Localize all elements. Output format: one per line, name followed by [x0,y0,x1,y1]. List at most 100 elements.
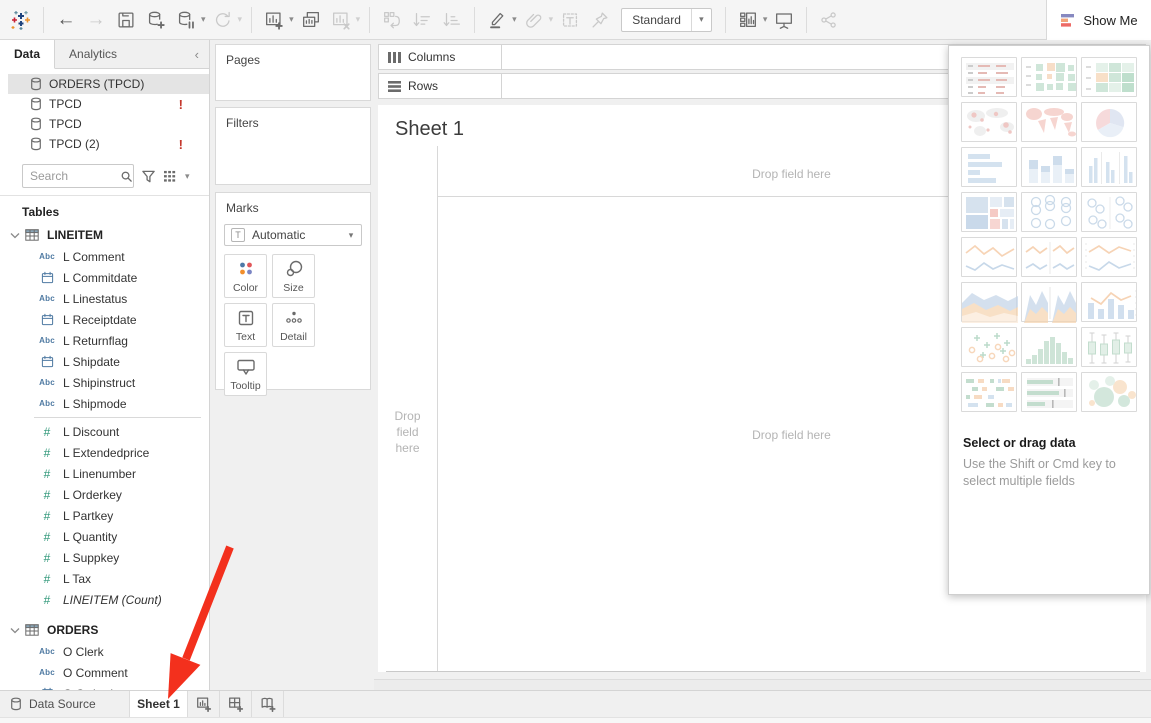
showme-box-and-whisker-thumb[interactable] [1081,327,1137,367]
field-l-comment[interactable]: AbcL Comment [0,246,209,267]
chevron-down-icon[interactable] [10,232,20,239]
field-search[interactable] [22,164,134,188]
field-l-suppkey[interactable]: #L Suppkey [0,547,209,568]
data-source-item[interactable]: TPCD [8,114,209,134]
field-l-quantity[interactable]: #L Quantity [0,526,209,547]
tooltip-button[interactable]: Tooltip [224,352,267,396]
view-options-icon[interactable] [163,170,178,183]
showme-heat-map-thumb[interactable] [1021,57,1077,97]
tab-data[interactable]: Data [0,40,55,69]
clear-sheet-button[interactable] [326,5,356,35]
tab-analytics[interactable]: Analytics [55,40,131,68]
fit-preset-dropdown[interactable]: Standard ▾ [621,8,712,32]
showme-symbol-map-thumb[interactable] [961,102,1017,142]
showme-treemap-thumb[interactable] [961,192,1017,232]
sheet-1-tab[interactable]: Sheet 1 [130,691,188,717]
fix-axes-button[interactable] [585,5,615,35]
horizontal-scrollbar[interactable] [374,679,1151,690]
new-worksheet-tab-button[interactable] [188,691,220,717]
chevron-down-icon[interactable] [10,627,20,634]
group-members-button[interactable] [519,5,549,35]
showme-packed-bubbles-thumb[interactable] [1081,372,1137,412]
field-l-linestatus[interactable]: AbcL Linestatus [0,288,209,309]
undo-button[interactable]: ← [51,5,81,35]
showme-discrete-lines-thumb[interactable] [1021,237,1077,277]
showme-side-by-side-bars-thumb[interactable] [1081,147,1137,187]
showme-bullet-graph-thumb[interactable] [1021,372,1077,412]
showme-circle-views-thumb[interactable] [1021,192,1077,232]
duplicate-sheet-button[interactable] [296,5,326,35]
table-orders-header[interactable]: ORDERS [0,619,209,641]
table-lineitem-header[interactable]: LINEITEM [0,224,209,246]
save-button[interactable] [111,5,141,35]
detail-button[interactable]: Detail [272,303,315,347]
show-hide-cards-caret[interactable]: ▾ [763,14,768,25]
new-worksheet-button[interactable] [259,5,289,35]
field-l-partkey[interactable]: #L Partkey [0,505,209,526]
showme-stacked-bars-thumb[interactable] [1021,147,1077,187]
field-l-tax[interactable]: #L Tax [0,568,209,589]
new-dashboard-tab-button[interactable] [220,691,252,717]
showme-horizontal-bars-thumb[interactable] [961,147,1017,187]
field-l-shipmode[interactable]: AbcL Shipmode [0,393,209,414]
run-update-caret[interactable]: ▾ [238,14,243,25]
field-lineitem-count[interactable]: #LINEITEM (Count) [0,589,209,610]
showme-histogram-thumb[interactable] [1021,327,1077,367]
showme-discrete-area-thumb[interactable] [1021,282,1077,322]
share-button[interactable] [814,5,844,35]
filter-funnel-icon[interactable] [141,169,156,184]
highlight-caret[interactable]: ▾ [512,14,517,25]
tableau-logo[interactable] [6,5,36,35]
showme-scatter-plot-thumb[interactable] [961,327,1017,367]
field-l-linenumber[interactable]: #L Linenumber [0,463,209,484]
data-source-item[interactable]: TPCD ! [8,94,209,114]
field-o-comment[interactable]: AbcO Comment [0,662,209,683]
mark-type-caret[interactable]: ▾ [341,225,361,245]
size-button[interactable]: Size [272,254,315,298]
highlight-button[interactable] [482,5,512,35]
field-l-extendedprice[interactable]: #L Extendedprice [0,442,209,463]
showme-pie-chart-thumb[interactable] [1081,102,1137,142]
show-mark-labels-button[interactable] [555,5,585,35]
field-l-returnflag[interactable]: AbcL Returnflag [0,330,209,351]
new-data-source-button[interactable] [141,5,171,35]
showme-continuous-lines-thumb[interactable] [961,237,1017,277]
show-me-button[interactable]: Show Me [1046,0,1151,40]
swap-rows-columns-button[interactable] [377,5,407,35]
group-members-caret[interactable]: ▾ [549,14,554,25]
presentation-mode-button[interactable] [769,5,799,35]
data-source-item[interactable]: TPCD (2) ! [8,134,209,154]
pages-shelf[interactable]: Pages [215,44,371,101]
field-l-orderkey[interactable]: #L Orderkey [0,484,209,505]
new-story-tab-button[interactable] [252,691,284,717]
collapse-pane-button[interactable]: ‹ [185,40,209,68]
showme-text-table-thumb[interactable] [961,57,1017,97]
field-o-clerk[interactable]: AbcO Clerk [0,641,209,662]
showme-side-by-side-circles-thumb[interactable] [1081,192,1137,232]
redo-button[interactable]: → [81,5,111,35]
data-source-tab[interactable]: Data Source [0,691,130,717]
drop-zone-rows[interactable]: Drop field here [378,408,437,456]
run-update-button[interactable] [208,5,238,35]
search-input[interactable] [23,169,120,183]
showme-dual-combination-thumb[interactable] [1081,282,1137,322]
data-source-item[interactable]: ORDERS (TPCD) [8,74,209,94]
field-l-discount[interactable]: #L Discount [0,421,209,442]
mark-type-dropdown[interactable]: T Automatic ▾ [224,224,362,246]
showme-dual-lines-thumb[interactable] [1081,237,1137,277]
sort-descending-button[interactable] [437,5,467,35]
pause-updates-caret[interactable]: ▾ [201,14,206,25]
showme-highlight-table-thumb[interactable] [1081,57,1137,97]
showme-continuous-area-thumb[interactable] [961,282,1017,322]
field-l-commitdate[interactable]: L Commitdate [0,267,209,288]
fit-preset-caret[interactable]: ▾ [691,9,711,31]
field-l-shipdate[interactable]: L Shipdate [0,351,209,372]
sort-ascending-button[interactable] [407,5,437,35]
showme-filled-map-thumb[interactable] [1021,102,1077,142]
pause-auto-updates-button[interactable] [171,5,201,35]
showme-gantt-thumb[interactable] [961,372,1017,412]
new-worksheet-caret[interactable]: ▾ [289,14,294,25]
clear-sheet-caret[interactable]: ▾ [356,14,361,25]
field-l-receiptdate[interactable]: L Receiptdate [0,309,209,330]
view-options-caret[interactable]: ▾ [185,171,190,182]
